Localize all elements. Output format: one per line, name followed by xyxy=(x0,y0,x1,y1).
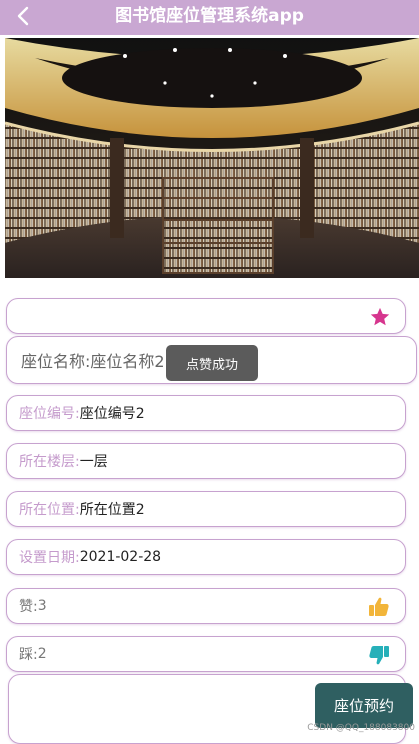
dislike-label: 踩: xyxy=(19,647,38,663)
floor-row: 所在楼层: 一层 xyxy=(6,443,406,479)
thumbs-up-icon[interactable] xyxy=(367,595,391,619)
location-value: 所在位置2 xyxy=(79,502,145,518)
seat-name-value: 座位名称2 xyxy=(90,352,165,371)
favorite-row xyxy=(6,298,406,334)
location-row: 所在位置: 所在位置2 xyxy=(6,491,406,527)
page-title: 图书馆座位管理系统app xyxy=(115,6,304,26)
toast-message: 点赞成功 xyxy=(166,345,258,381)
floor-value: 一层 xyxy=(79,454,108,470)
reserve-seat-button[interactable]: 座位预约 xyxy=(315,683,413,728)
seat-name-label: 座位名称: xyxy=(21,352,91,371)
like-label: 赞: xyxy=(19,599,38,615)
thumbs-down-icon[interactable] xyxy=(367,643,391,667)
top-bar: 图书馆座位管理系统app xyxy=(0,0,419,35)
star-icon[interactable] xyxy=(369,306,391,328)
seat-number-row: 座位编号: 座位编号2 xyxy=(6,395,406,431)
seat-number-value: 座位编号2 xyxy=(79,406,145,422)
location-label: 所在位置: xyxy=(19,502,80,518)
like-count: 3 xyxy=(37,598,47,614)
date-row: 设置日期: 2021-02-28 xyxy=(6,539,406,575)
seat-number-label: 座位编号: xyxy=(19,406,80,422)
library-photo xyxy=(5,38,419,278)
like-row: 赞: 3 xyxy=(6,588,406,624)
dislike-row: 踩: 2 xyxy=(6,636,406,672)
watermark: CSDN @QQ_188083800 xyxy=(307,723,415,733)
date-label: 设置日期: xyxy=(19,550,80,566)
floor-label: 所在楼层: xyxy=(19,454,80,470)
date-value: 2021-02-28 xyxy=(79,549,162,565)
dislike-count: 2 xyxy=(37,646,47,662)
